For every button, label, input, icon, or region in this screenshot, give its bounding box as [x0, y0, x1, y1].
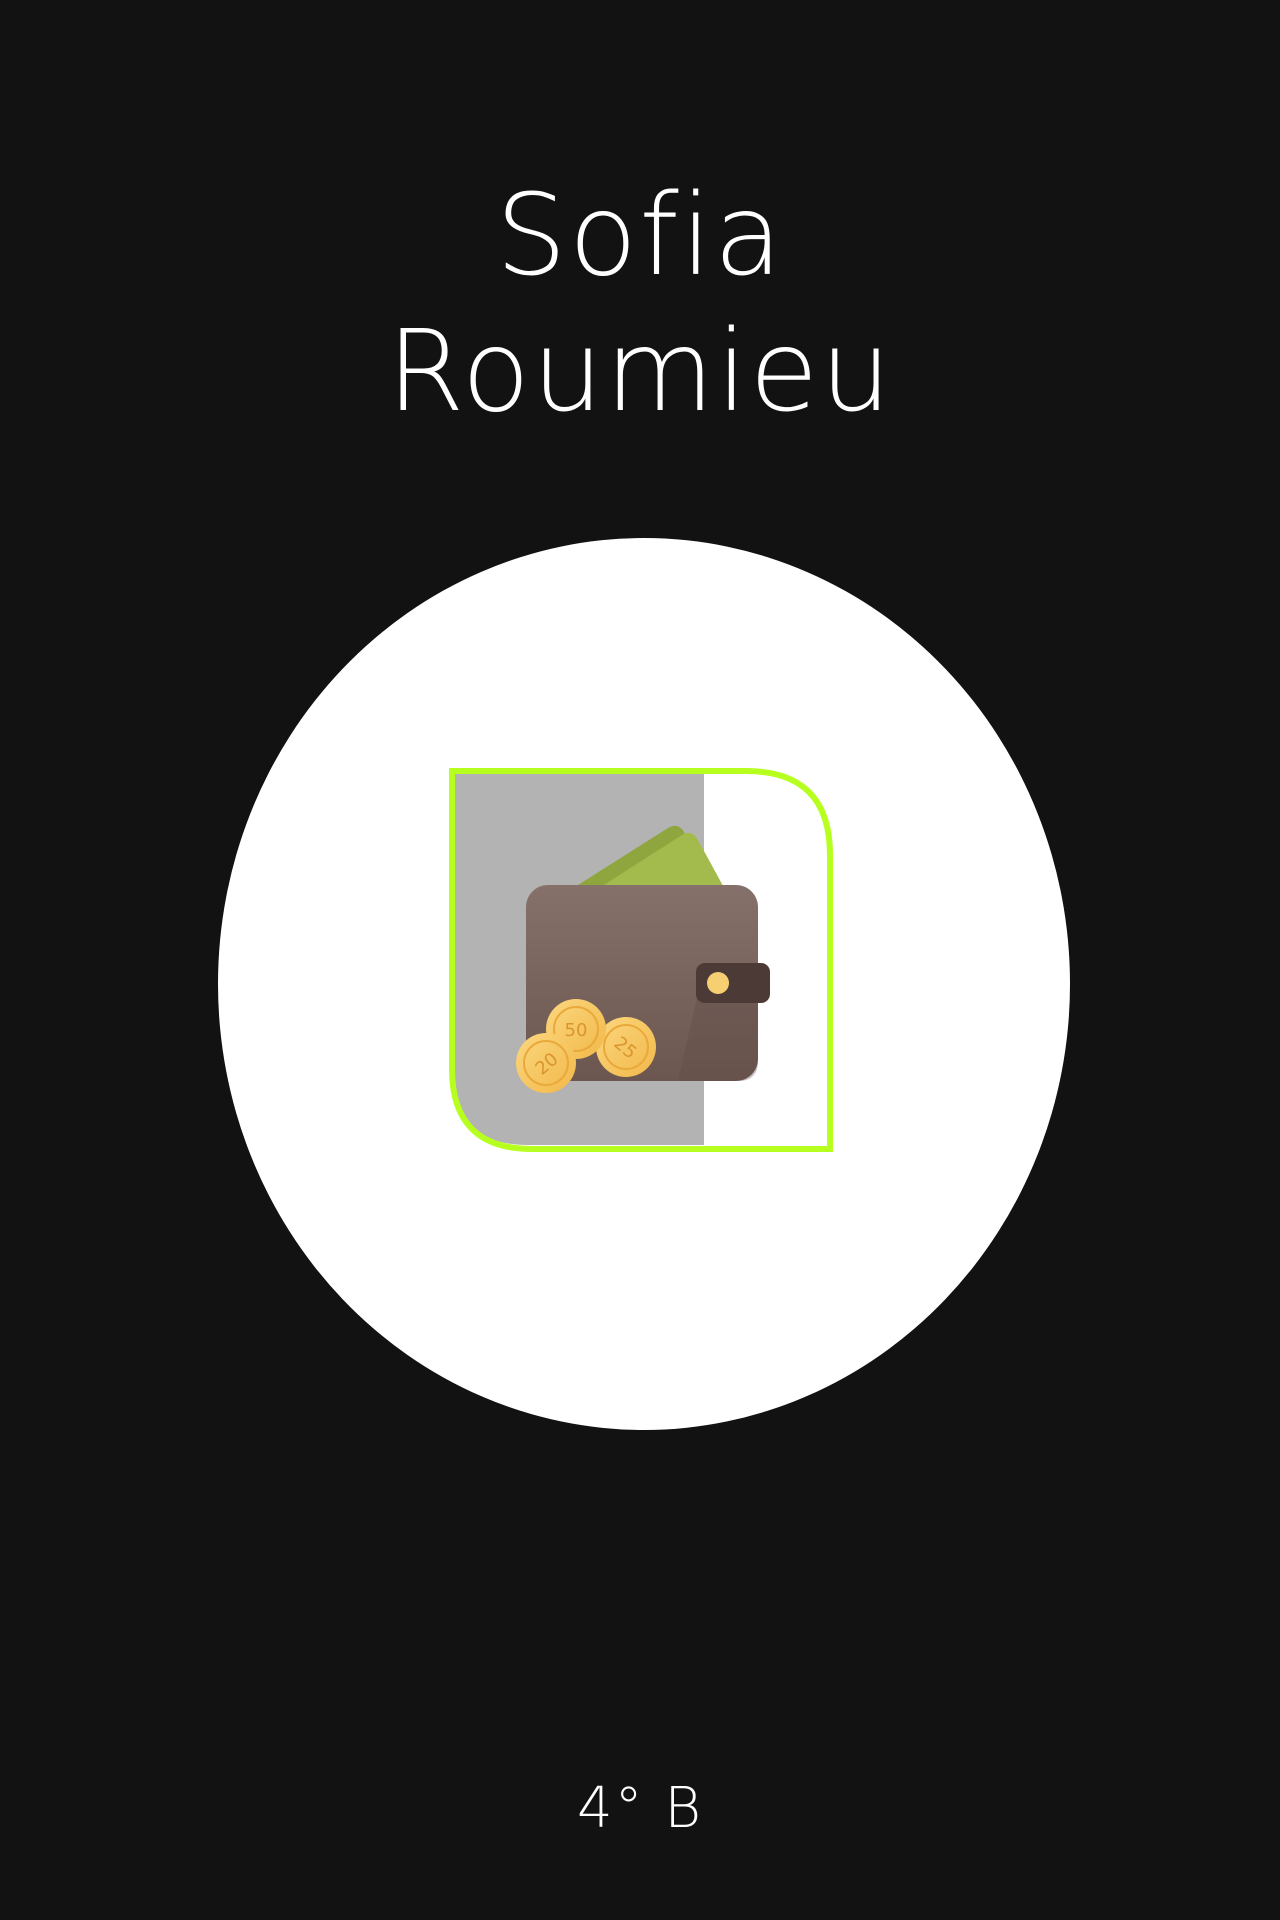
coin-20: 20 [516, 1033, 576, 1093]
clasp-button [707, 972, 729, 994]
student-last-name: Roumieu [386, 307, 894, 437]
class-grade: 4° B [576, 1776, 704, 1841]
coin-50-label: 50 [565, 1020, 588, 1041]
cover-page: Sofia Roumieu 25 50 20 4° B [0, 0, 1280, 1920]
student-first-name: Sofia [495, 171, 785, 301]
student-name: Sofia Roumieu [0, 168, 1280, 440]
wallet-emblem: 25 50 20 [446, 765, 836, 1155]
wallet-with-coins-icon: 25 50 20 [449, 768, 833, 1152]
